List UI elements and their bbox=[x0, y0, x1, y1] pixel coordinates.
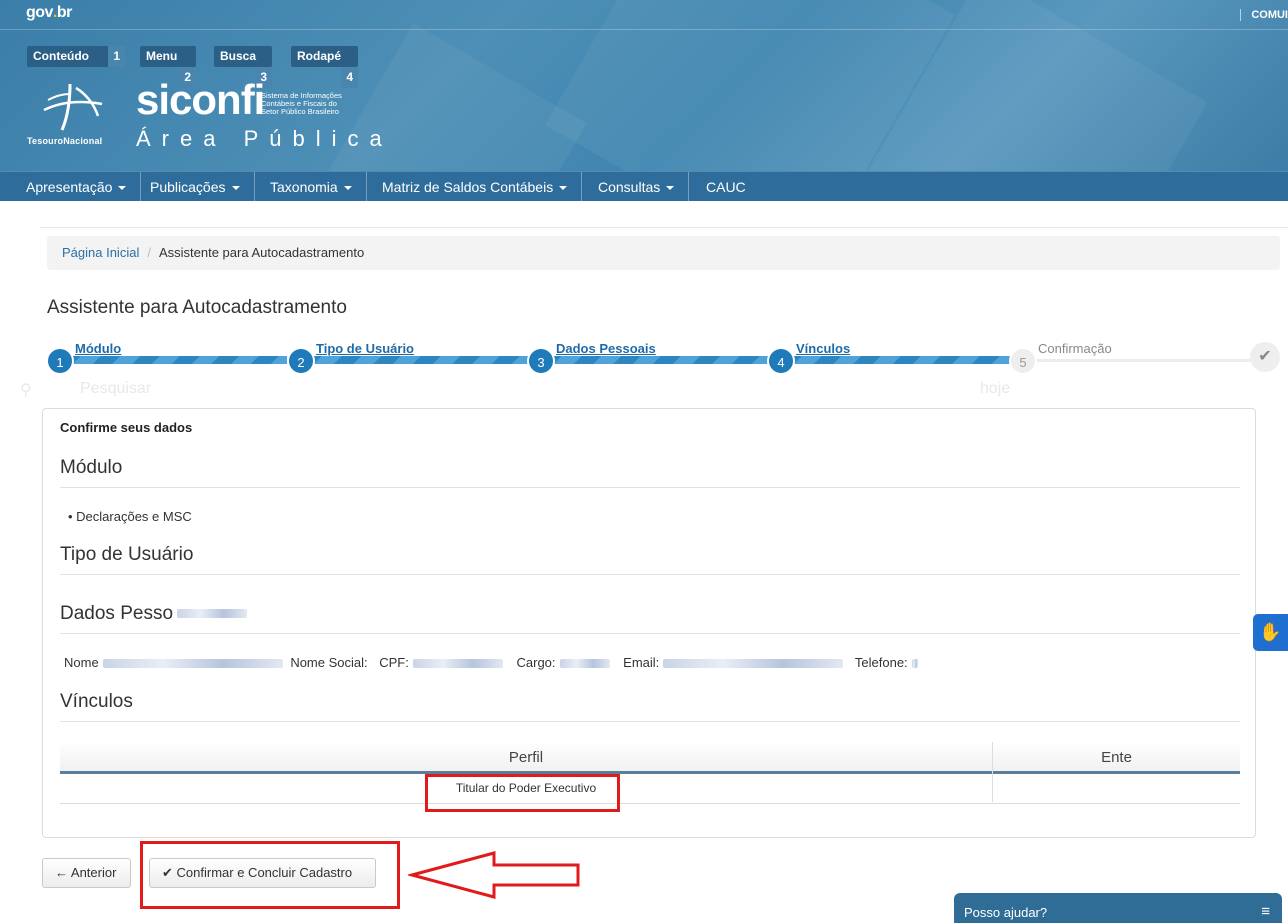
nav-taxonomia[interactable]: Taxonomia bbox=[256, 172, 367, 201]
skip-link-conteudo[interactable]: Conteúdo 1 bbox=[27, 46, 125, 67]
redacted-value bbox=[663, 659, 844, 669]
confirm-panel: Confirme seus dados Módulo • Declarações… bbox=[42, 408, 1256, 838]
caret-down-icon bbox=[343, 186, 352, 191]
accessibility-hand-icon[interactable]: ✋ bbox=[1253, 614, 1288, 651]
field-cargo-label: Cargo: bbox=[516, 655, 556, 670]
redacted-value bbox=[102, 659, 283, 669]
wizard-step-modulo-link[interactable]: Módulo bbox=[75, 341, 121, 356]
nav-consultas[interactable]: Consultas bbox=[584, 172, 690, 201]
divider bbox=[60, 633, 1240, 634]
annotation-highlight-perfil bbox=[425, 774, 620, 812]
comunica-link[interactable]: COMUI bbox=[1240, 9, 1288, 21]
wizard-step-vinculos-link[interactable]: Vínculos bbox=[796, 341, 850, 356]
nav-publicacoes[interactable]: Publicações bbox=[136, 172, 255, 201]
redacted-value bbox=[911, 659, 918, 669]
search-icon: ⚲ bbox=[20, 382, 32, 399]
modulo-title: Módulo bbox=[60, 457, 123, 478]
tipo-usuario-title: Tipo de Usuário bbox=[60, 544, 194, 565]
breadcrumb-home-link[interactable]: Página Inicial bbox=[62, 245, 139, 260]
divider bbox=[60, 487, 1240, 488]
caret-down-icon bbox=[666, 186, 675, 191]
annotation-highlight-confirm bbox=[140, 841, 400, 909]
wizard-step-1: 1 bbox=[46, 347, 74, 375]
wizard-bar-pending bbox=[1022, 359, 1262, 362]
gov-bar: gov.br COMUI bbox=[0, 0, 1288, 30]
vinculos-title: Vínculos bbox=[60, 691, 133, 712]
help-chat-label: Posso ajudar? bbox=[964, 905, 1048, 920]
tesouro-nacional-label: TesouroNacional bbox=[27, 136, 103, 146]
cell-ente bbox=[992, 774, 1240, 802]
column-header-ente[interactable]: Ente bbox=[992, 742, 1240, 774]
column-header-perfil[interactable]: Perfil bbox=[60, 742, 992, 774]
divider bbox=[60, 574, 1240, 575]
ghost-hoje-text: hoje bbox=[980, 380, 1011, 397]
wizard-bar bbox=[302, 356, 528, 364]
wizard-bar bbox=[782, 356, 1012, 364]
skip-link-menu[interactable]: Menu 2 bbox=[140, 46, 196, 88]
redacted-text bbox=[177, 609, 248, 619]
nav-apresentacao[interactable]: Apresentação bbox=[12, 172, 142, 201]
divider bbox=[40, 227, 1288, 228]
caret-down-icon bbox=[559, 186, 568, 191]
field-cpf-label: CPF: bbox=[379, 655, 409, 670]
ghost-search-text: Pesquisar bbox=[80, 380, 152, 397]
field-nome-social-label: Nome Social: bbox=[290, 655, 368, 670]
wizard-step-confirmacao: Confirmação bbox=[1038, 341, 1112, 356]
redacted-value bbox=[559, 659, 610, 669]
vinculos-table: Perfil Ente Titular do Poder Executivo bbox=[60, 742, 1240, 804]
govbr-logo[interactable]: gov.br bbox=[26, 4, 72, 22]
hamburger-menu-icon[interactable]: ≡ bbox=[1261, 903, 1270, 920]
area-publica-title: Área Pública bbox=[136, 126, 393, 151]
wizard-bar bbox=[61, 356, 287, 364]
arrow-left-icon: ← bbox=[55, 865, 68, 880]
nav-matriz[interactable]: Matriz de Saldos Contábeis bbox=[368, 172, 583, 201]
field-email-label: Email: bbox=[623, 655, 660, 670]
wizard-step-5: 5 bbox=[1009, 347, 1037, 375]
wizard-step-dados-link[interactable]: Dados Pessoais bbox=[556, 341, 656, 356]
skip-link-busca[interactable]: Busca 3 bbox=[214, 46, 272, 88]
annotation-arrow-icon bbox=[408, 851, 580, 899]
breadcrumb-current: Assistente para Autocadastramento bbox=[158, 245, 365, 260]
help-chat-widget[interactable]: Posso ajudar? ≡ bbox=[954, 893, 1282, 923]
breadcrumb: Página Inicial / Assistente para Autocadas… bbox=[47, 236, 1280, 270]
nav-cauc[interactable]: CAUC bbox=[692, 172, 760, 201]
skip-link-rodape[interactable]: Rodapé 4 bbox=[291, 46, 358, 88]
caret-down-icon bbox=[118, 186, 127, 191]
table-row: Titular do Poder Executivo bbox=[60, 774, 1240, 804]
main-nav: Apresentação Publicações Taxonomia Matri… bbox=[0, 171, 1288, 201]
modulo-item: • Declarações e MSC bbox=[68, 509, 192, 524]
wizard-progress: 1 Módulo 2 Tipo de Usuário 3 Dados Pesso… bbox=[46, 340, 1280, 376]
page-title: Assistente para Autocadastramento bbox=[47, 297, 347, 318]
wizard-step-3: 3 bbox=[527, 347, 555, 375]
check-icon: ✔ bbox=[1250, 342, 1280, 372]
wizard-step-tipo-link[interactable]: Tipo de Usuário bbox=[316, 341, 414, 356]
panel-heading: Confirme seus dados bbox=[60, 420, 193, 435]
wizard-step-2: 2 bbox=[287, 347, 315, 375]
redacted-value bbox=[412, 659, 503, 669]
table-header: Perfil Ente bbox=[60, 742, 1240, 774]
siconfi-subtitle: Sistema de Informações Contábeis e Fisca… bbox=[261, 91, 342, 116]
tesouro-emblem-icon bbox=[43, 83, 103, 131]
wizard-bar bbox=[542, 356, 768, 364]
wizard-step-4: 4 bbox=[767, 347, 795, 375]
caret-down-icon bbox=[231, 186, 240, 191]
dados-pessoais-title: Dados Pesso bbox=[60, 603, 251, 625]
divider bbox=[60, 721, 1240, 722]
siconfi-logo[interactable]: siconfi bbox=[136, 76, 265, 124]
field-nome-label: Nome bbox=[64, 655, 99, 670]
dados-pessoais-fields: Nome Nome Social: CPF: Cargo: Email: Tel… bbox=[64, 655, 922, 670]
breadcrumb-separator: / bbox=[147, 245, 151, 260]
field-telefone-label: Telefone: bbox=[854, 655, 908, 670]
anterior-button[interactable]: ← Anterior bbox=[42, 858, 131, 888]
site-header: gov.br COMUI Conteúdo 1 Menu 2 Busca 3 Roda… bbox=[0, 0, 1288, 201]
